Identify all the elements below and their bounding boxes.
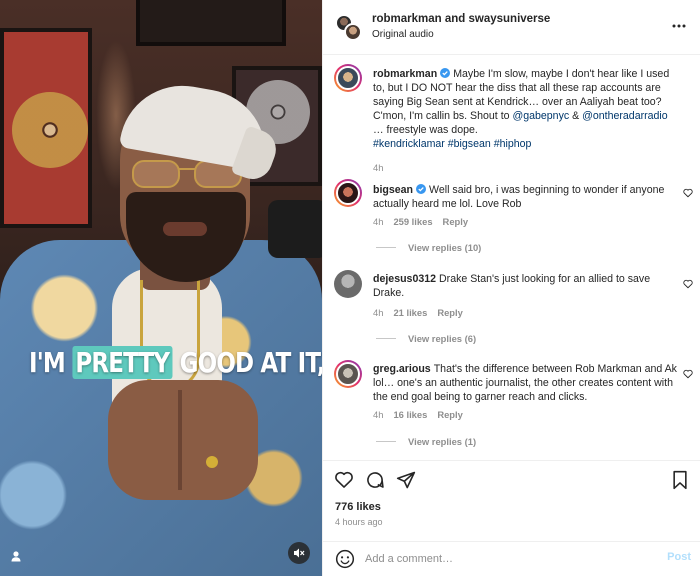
- view-replies-button[interactable]: View replies (6): [376, 333, 476, 344]
- post-actions: 776 likes 4 hours ago: [323, 460, 700, 546]
- view-replies-label: View replies (10): [408, 242, 482, 253]
- view-replies-label: View replies (1): [408, 436, 477, 447]
- share-icon[interactable]: [395, 469, 417, 491]
- comment-username[interactable]: bigsean: [373, 184, 413, 196]
- collab-avatars[interactable]: [335, 14, 363, 42]
- caption-highlight: PRETTY: [72, 346, 173, 379]
- caption-text-c: … freestyle was dope.: [373, 124, 478, 136]
- more-options-icon[interactable]: [669, 19, 689, 33]
- comment-icon[interactable]: [364, 469, 386, 491]
- comment-input[interactable]: [365, 549, 645, 569]
- likes-count[interactable]: 776 likes: [335, 501, 381, 513]
- post-timestamp: 4 hours ago: [335, 517, 383, 527]
- verified-badge-icon: [416, 184, 427, 194]
- author-names[interactable]: robmarkman and swaysuniverse: [372, 13, 550, 25]
- like-heart-icon[interactable]: [683, 279, 693, 289]
- comment-username[interactable]: greg.arious: [373, 363, 431, 375]
- microphone: [268, 200, 322, 258]
- mention-link[interactable]: @ontheradarradio: [582, 110, 668, 122]
- avatar[interactable]: [334, 179, 362, 207]
- view-replies-label: View replies (6): [408, 333, 477, 344]
- comment-username[interactable]: dejesus0312: [373, 273, 436, 285]
- avatar[interactable]: [334, 270, 362, 298]
- comment-time: 4h: [373, 409, 384, 420]
- video-caption: I'M PRETTY GOOD AT IT,: [28, 346, 322, 379]
- reply-button[interactable]: Reply: [443, 216, 469, 227]
- audio-link[interactable]: Original audio: [372, 29, 434, 40]
- post-button[interactable]: Post: [667, 551, 691, 563]
- video-player[interactable]: I'M PRETTY GOOD AT IT,: [0, 0, 322, 576]
- speaker-figure: [0, 0, 322, 576]
- comment-time: 4h: [373, 307, 384, 318]
- comment-likes[interactable]: 259 likes: [393, 216, 432, 227]
- caption-text-b: &: [569, 110, 583, 122]
- emoji-icon[interactable]: [335, 549, 355, 569]
- comments-list[interactable]: robmarkman Maybe I'm slow, maybe I don't …: [323, 55, 700, 460]
- comment-time: 4h: [373, 216, 384, 227]
- caption-time: 4h: [373, 162, 384, 173]
- avatar[interactable]: [334, 360, 362, 388]
- avatar[interactable]: [334, 64, 362, 92]
- like-heart-icon[interactable]: [683, 369, 693, 379]
- caption-pre: I'M: [28, 346, 73, 379]
- mention-link[interactable]: @gabepnyc: [512, 110, 569, 122]
- comment-likes[interactable]: 21 likes: [393, 307, 427, 318]
- like-heart-icon[interactable]: [683, 188, 693, 198]
- reply-button[interactable]: Reply: [437, 307, 463, 318]
- muted-speaker-icon[interactable]: [288, 542, 310, 564]
- caption-post: GOOD AT IT,: [172, 346, 322, 379]
- post-panel: robmarkman and swaysuniverse Original au…: [322, 0, 700, 576]
- view-replies-button[interactable]: View replies (10): [376, 242, 481, 253]
- comment-likes[interactable]: 16 likes: [393, 409, 427, 420]
- view-replies-button[interactable]: View replies (1): [376, 436, 476, 447]
- hashtags[interactable]: #kendricklamar #bigsean #hiphop: [373, 138, 531, 150]
- verified-badge-icon: [440, 68, 451, 78]
- comment-composer: Post: [323, 541, 700, 576]
- user-tag-icon[interactable]: [6, 546, 26, 566]
- reply-button[interactable]: Reply: [437, 409, 463, 420]
- avatar[interactable]: [344, 23, 362, 41]
- heart-icon[interactable]: [333, 469, 355, 491]
- post-header: robmarkman and swaysuniverse Original au…: [323, 0, 700, 55]
- bookmark-icon[interactable]: [669, 469, 691, 491]
- caption-username[interactable]: robmarkman: [373, 68, 437, 80]
